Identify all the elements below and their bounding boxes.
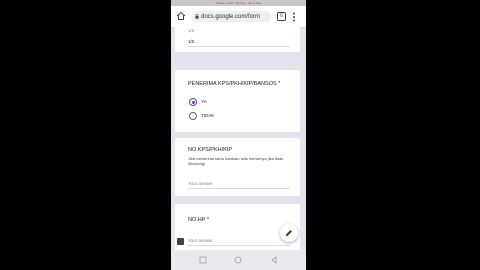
kip-answer-input[interactable]: Your answer [188,181,213,186]
scale-answer-line [188,46,290,47]
hp-answer-line [188,245,290,246]
edit-fab-button[interactable] [280,224,298,242]
status-notice: "Screen Cast" running · tap to stop [215,1,262,5]
hp-answer-input[interactable]: Your answer [188,238,213,243]
url-text: docs.google.com/form [201,14,261,20]
home-icon[interactable] [176,11,186,21]
feedback-icon[interactable] [177,238,184,245]
kip-answer-line [188,188,290,189]
form-content: 1/3 1/0 PENERIMA KPS/PKH/KIP/BANSOS * YA… [171,22,306,254]
radio-tidak[interactable] [189,112,197,120]
option-tidak-label: TIDAK [201,113,215,118]
recents-icon[interactable] [199,256,207,264]
scale-question-card: 1/3 1/0 [175,22,300,52]
phone-screen: "Screen Cast" running · tap to stop docs… [171,0,306,270]
option-ya-label: YA [201,99,207,104]
kps-question-card: PENERIMA KPS/PKH/KIP/BANSOS * YA TIDAK [175,70,300,132]
hp-question-title: NO.HP * [188,217,209,223]
kip-question-description: Jika menerima kartu bantuan tulis nomern… [188,156,284,166]
tab-switcher-icon[interactable]: 6 [277,12,286,21]
android-nav-bar [171,250,306,270]
kip-question-title: NO.KPS/PKH/KIP [188,147,233,153]
kip-question-card: NO.KPS/PKH/KIP Jika menerima kartu bantu… [175,138,300,196]
home-nav-icon[interactable] [234,256,242,264]
back-icon[interactable] [270,256,278,264]
scale-value[interactable]: 1/0 [188,39,194,44]
kps-question-title: PENERIMA KPS/PKH/KIP/BANSOS * [188,81,281,87]
edit-icon [286,230,292,236]
tab-count: 6 [280,13,283,19]
lock-icon [195,14,199,19]
radio-ya[interactable] [189,98,197,106]
scale-value-faded: 1/3 [188,28,195,33]
